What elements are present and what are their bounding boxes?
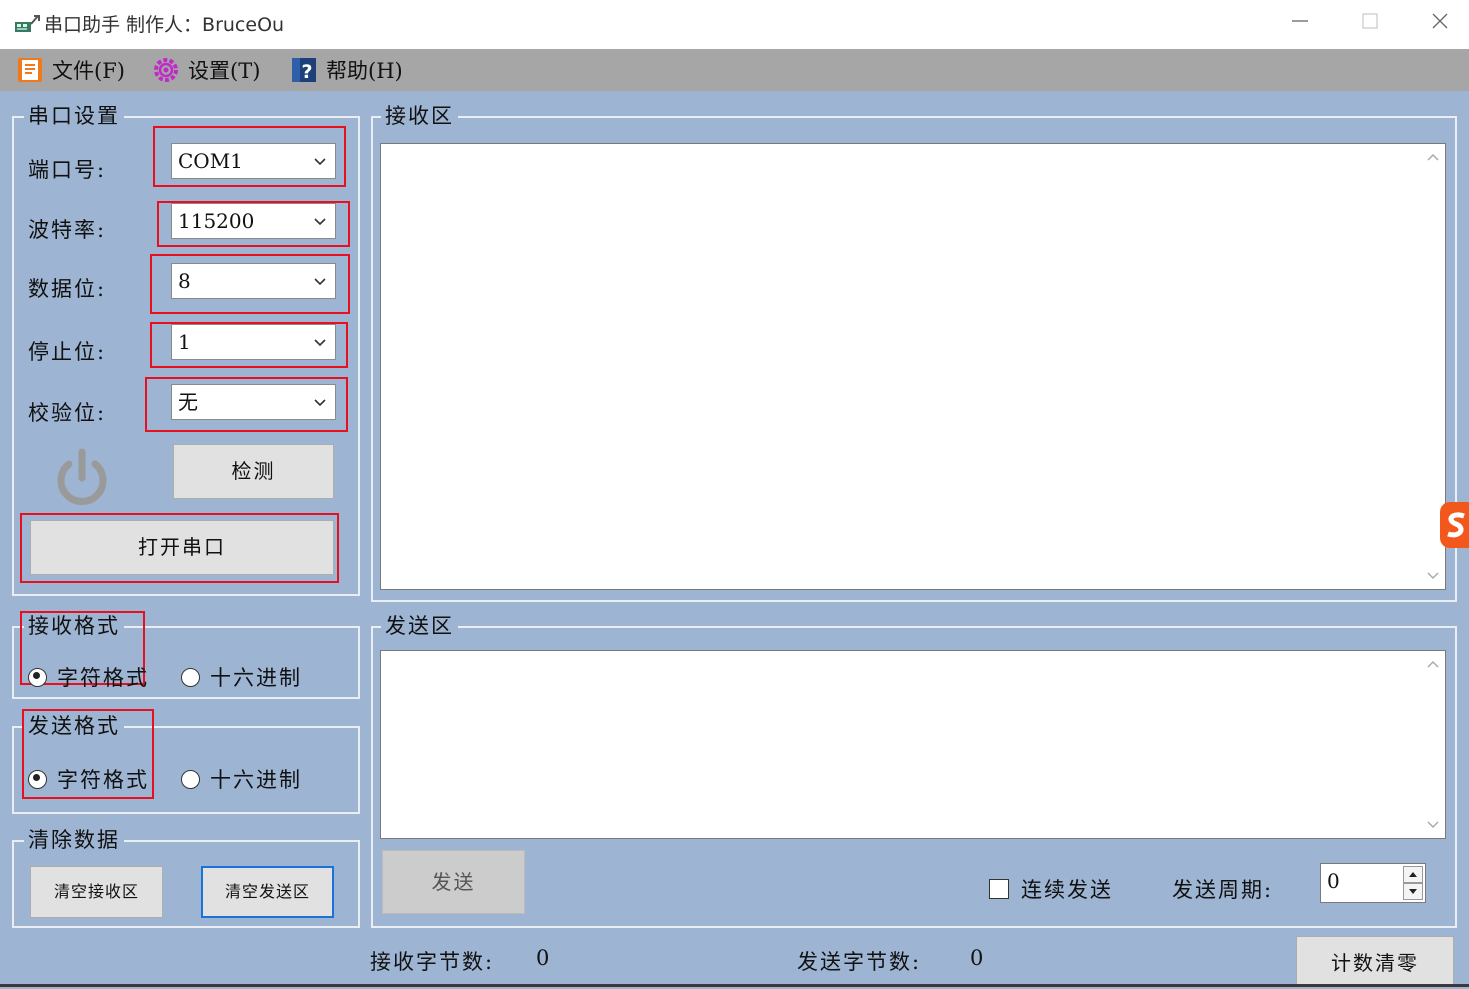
send-button[interactable]: 发送 [382, 850, 525, 914]
send-char-radio[interactable] [28, 769, 47, 789]
chevron-up-icon[interactable] [1426, 151, 1440, 163]
chevron-down-icon [314, 399, 326, 407]
serial-settings-title: 串口设置 [24, 100, 124, 130]
parity-value: 无 [178, 390, 198, 414]
baud-select[interactable]: 115200 [171, 203, 336, 239]
menu-settings[interactable]: 设置(T) [152, 55, 260, 85]
chevron-up-icon[interactable] [1426, 658, 1440, 670]
stop-bits-value: 1 [178, 330, 191, 354]
spinner-up-button[interactable] [1403, 866, 1423, 883]
tx-count-label: 发送字节数: [797, 950, 922, 974]
port-select[interactable]: COM1 [171, 143, 336, 179]
continuous-send-checkbox[interactable] [989, 879, 1009, 899]
send-hex-label: 十六进制 [210, 768, 302, 792]
data-bits-value: 8 [178, 269, 191, 293]
clear-send-button[interactable]: 清空发送区 [201, 866, 334, 918]
data-bits-select[interactable]: 8 [171, 263, 336, 299]
chevron-down-icon[interactable] [1426, 819, 1440, 831]
port-value: COM1 [178, 149, 243, 173]
title-bar: 串口助手 制作人：BruceOu [0, 0, 1469, 49]
receive-hex-option[interactable]: 十六进制 [181, 662, 302, 692]
baud-label: 波特率: [28, 218, 107, 242]
stop-bits-label: 停止位: [28, 340, 107, 364]
ime-floating-icon[interactable] [1440, 502, 1469, 548]
detect-button[interactable]: 检测 [173, 444, 334, 499]
serial-port-app-icon [14, 12, 40, 36]
menu-file-label: 文件(F) [52, 59, 125, 83]
parity-select[interactable]: 无 [171, 384, 336, 420]
rx-count-label: 接收字节数: [370, 950, 495, 974]
receive-area-title: 接收区 [381, 100, 458, 130]
close-button[interactable] [1410, 6, 1469, 42]
triangle-up-icon [1409, 872, 1417, 877]
send-period-value: 0 [1327, 869, 1340, 893]
receive-char-radio[interactable] [28, 667, 47, 687]
send-area-title: 发送区 [381, 610, 458, 640]
spinner-down-button[interactable] [1403, 883, 1423, 900]
continuous-send-option[interactable]: 连续发送 [989, 874, 1113, 904]
triangle-down-icon [1409, 889, 1417, 894]
receive-textarea[interactable] [380, 143, 1446, 590]
clear-data-title: 清除数据 [24, 824, 124, 854]
tx-count-value: 0 [970, 946, 986, 970]
svg-text:?: ? [301, 61, 312, 83]
minimize-icon [1292, 20, 1308, 22]
send-scrollbar[interactable] [1422, 652, 1444, 837]
open-port-button[interactable]: 打开串口 [30, 520, 334, 575]
parity-label: 校验位: [28, 401, 107, 425]
send-textarea[interactable] [380, 650, 1446, 839]
minimize-button[interactable] [1270, 6, 1330, 42]
window-title: 串口助手 制作人：BruceOu [44, 14, 285, 36]
send-hex-option[interactable]: 十六进制 [181, 764, 302, 794]
chevron-down-icon [314, 218, 326, 226]
clear-receive-button[interactable]: 清空接收区 [30, 866, 163, 918]
menu-file[interactable]: 文件(F) [16, 55, 125, 85]
menu-bar: 文件(F) 设置(T) ? 帮助(H) [0, 49, 1469, 91]
rx-count-value: 0 [536, 946, 552, 970]
stop-bits-select[interactable]: 1 [171, 324, 336, 360]
maximize-icon [1362, 13, 1378, 29]
port-label: 端口号: [28, 158, 107, 182]
baud-value: 115200 [178, 209, 255, 233]
receive-char-option[interactable]: 字符格式 [28, 662, 149, 692]
chevron-down-icon [314, 339, 326, 347]
chevron-down-icon[interactable] [1426, 570, 1440, 582]
menu-help[interactable]: ? 帮助(H) [290, 55, 403, 85]
menu-help-label: 帮助(H) [326, 59, 403, 83]
chevron-down-icon [314, 278, 326, 286]
send-period-label: 发送周期: [1172, 878, 1274, 902]
chevron-down-icon [314, 158, 326, 166]
menu-settings-label: 设置(T) [188, 59, 261, 83]
help-icon: ? [290, 56, 318, 84]
receive-char-label: 字符格式 [57, 666, 149, 690]
continuous-send-label: 连续发送 [1021, 878, 1113, 902]
send-char-option[interactable]: 字符格式 [28, 764, 149, 794]
close-icon [1432, 13, 1448, 29]
reset-counter-button[interactable]: 计数清零 [1296, 936, 1454, 987]
send-char-label: 字符格式 [57, 768, 149, 792]
power-icon [50, 446, 114, 510]
receive-hex-label: 十六进制 [210, 666, 302, 690]
receive-hex-radio[interactable] [181, 667, 200, 687]
send-period-spinner[interactable]: 0 [1320, 863, 1426, 903]
send-hex-radio[interactable] [181, 769, 200, 789]
maximize-button[interactable] [1340, 6, 1400, 42]
data-bits-label: 数据位: [28, 277, 107, 301]
file-icon [16, 56, 44, 84]
gear-icon [152, 56, 180, 84]
